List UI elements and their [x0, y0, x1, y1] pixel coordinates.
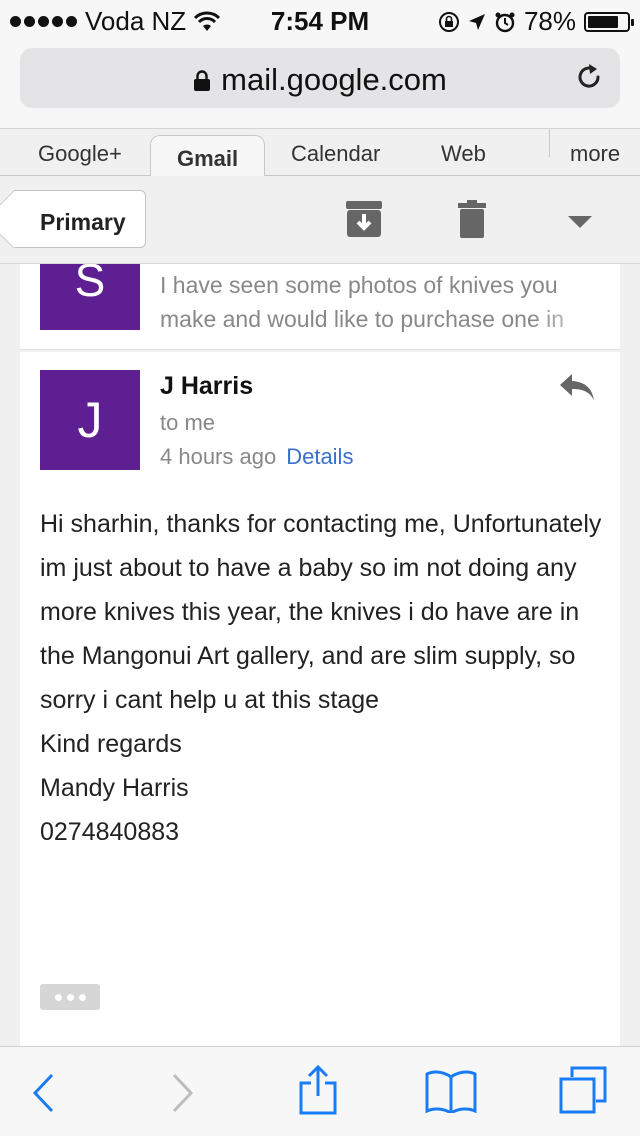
- message-body-text: Hi sharhin, thanks for contacting me, Un…: [40, 510, 602, 714]
- archive-icon[interactable]: [345, 200, 383, 238]
- status-indicators: 78%: [438, 6, 634, 37]
- chevron-down-icon[interactable]: [568, 216, 592, 228]
- recipient-line: to me: [160, 410, 216, 435]
- forward-arrow-icon[interactable]: [172, 1073, 194, 1113]
- conversation-view: S I have seen some photos of knives you …: [0, 264, 640, 1046]
- url-text: mail.google.com: [221, 62, 447, 97]
- message-body: Hi sharhin, thanks for contacting me, Un…: [40, 502, 610, 854]
- message-toolbar: Primary: [0, 176, 640, 264]
- avatar: S: [40, 264, 140, 330]
- tab-google-plus[interactable]: Google+: [38, 141, 122, 167]
- rotation-lock-icon: [438, 11, 459, 32]
- reply-icon[interactable]: [558, 372, 596, 402]
- safari-toolbar: [0, 1046, 640, 1136]
- tab-divider: [549, 129, 550, 157]
- location-icon: [468, 13, 485, 30]
- sender-name: J Harris: [160, 372, 254, 400]
- tab-web[interactable]: Web: [441, 141, 486, 167]
- battery-percent: 78%: [523, 6, 576, 36]
- signature-phone: 0274840883: [40, 818, 180, 846]
- message-time: 4 hours ago: [160, 444, 277, 469]
- status-bar: Voda NZ 7:54 PM 78%: [0, 0, 640, 40]
- alarm-icon: [495, 12, 515, 32]
- previous-message[interactable]: S I have seen some photos of knives you …: [20, 264, 620, 350]
- details-link[interactable]: Details: [286, 444, 353, 469]
- signoff: Kind regards: [40, 730, 182, 758]
- message-meta: 4 hours ago Details: [160, 444, 353, 470]
- avatar: J: [40, 370, 140, 470]
- tabs-icon[interactable]: [558, 1065, 608, 1115]
- back-button-label: Primary: [40, 209, 126, 235]
- back-arrow-icon[interactable]: [32, 1073, 54, 1113]
- address-bar-area: mail.google.com: [0, 40, 640, 128]
- url-display[interactable]: mail.google.com: [20, 62, 620, 98]
- tab-gmail[interactable]: Gmail: [150, 135, 266, 178]
- trash-icon[interactable]: [458, 200, 486, 238]
- google-apps-tabs: Google+ Gmail Calendar Web more: [0, 128, 640, 178]
- share-icon[interactable]: [298, 1065, 338, 1115]
- message-card: J J Harris to me 4 hours ago Details Hi s…: [20, 352, 620, 1046]
- tab-more[interactable]: more: [570, 141, 620, 167]
- address-bar[interactable]: mail.google.com: [20, 48, 620, 108]
- back-to-primary-button[interactable]: Primary: [14, 190, 146, 248]
- tab-calendar[interactable]: Calendar: [291, 141, 380, 167]
- battery-fill: [588, 15, 618, 28]
- bookmarks-icon[interactable]: [425, 1069, 477, 1113]
- reload-icon[interactable]: [574, 62, 604, 92]
- signature-name: Mandy Harris: [40, 774, 189, 802]
- message-snippet: I have seen some photos of knives you ma…: [160, 272, 565, 332]
- lock-icon: [194, 70, 211, 91]
- battery-icon: [584, 11, 634, 32]
- show-trimmed-content-button[interactable]: [40, 984, 100, 1010]
